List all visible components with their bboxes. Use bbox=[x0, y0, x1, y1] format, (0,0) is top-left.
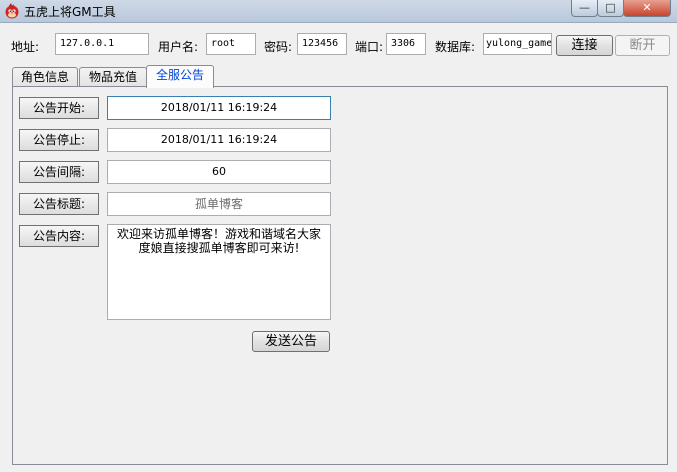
content-button[interactable]: 公告内容: bbox=[19, 225, 99, 247]
angry-bird-icon bbox=[5, 3, 19, 19]
content-textarea[interactable]: 欢迎来访孤单博客！游戏和谐域名大家度娘直接搜孤单博客即可来访! bbox=[107, 224, 331, 320]
database-input[interactable]: yulong_game bbox=[483, 33, 552, 55]
address-label: 地址: bbox=[11, 40, 40, 54]
stop-time-button[interactable]: 公告停止: bbox=[19, 129, 99, 151]
maximize-icon: □ bbox=[605, 1, 616, 14]
tab-server-announcement[interactable]: 全服公告 bbox=[146, 65, 214, 88]
window-title: 五虎上将GM工具 bbox=[24, 5, 116, 19]
minimize-icon: — bbox=[579, 1, 590, 14]
port-input[interactable]: 3306 bbox=[386, 33, 426, 55]
title-button[interactable]: 公告标题: bbox=[19, 193, 99, 215]
title-input[interactable]: 孤单博客 bbox=[107, 192, 331, 216]
close-button[interactable]: ✕ bbox=[623, 0, 671, 17]
title-bar[interactable]: 五虎上将GM工具 — □ ✕ bbox=[0, 0, 677, 23]
database-label: 数据库: bbox=[435, 40, 476, 54]
interval-button[interactable]: 公告间隔: bbox=[19, 161, 99, 183]
user-input[interactable]: root bbox=[206, 33, 256, 55]
address-input[interactable]: 127.0.0.1 bbox=[55, 33, 149, 55]
start-time-input[interactable]: 2018/01/11 16:19:24 bbox=[107, 96, 331, 120]
connect-button[interactable]: 连接 bbox=[556, 35, 613, 56]
password-label: 密码: bbox=[264, 40, 293, 54]
tab-character-info[interactable]: 角色信息 bbox=[12, 67, 78, 87]
send-announcement-button[interactable]: 发送公告 bbox=[252, 331, 330, 352]
password-input[interactable]: 123456 bbox=[297, 33, 347, 55]
disconnect-button[interactable]: 断开 bbox=[615, 35, 670, 56]
gm-tool-window: 五虎上将GM工具 — □ ✕ 地址: 127.0.0.1 用户名: root 密… bbox=[0, 0, 677, 472]
maximize-button[interactable]: □ bbox=[597, 0, 624, 17]
tab-item-recharge[interactable]: 物品充值 bbox=[79, 67, 147, 87]
close-icon: ✕ bbox=[642, 1, 652, 14]
user-label: 用户名: bbox=[158, 40, 199, 54]
port-label: 端口: bbox=[355, 40, 384, 54]
stop-time-input[interactable]: 2018/01/11 16:19:24 bbox=[107, 128, 331, 152]
interval-input[interactable]: 60 bbox=[107, 160, 331, 184]
start-time-button[interactable]: 公告开始: bbox=[19, 97, 99, 119]
minimize-button[interactable]: — bbox=[571, 0, 598, 17]
